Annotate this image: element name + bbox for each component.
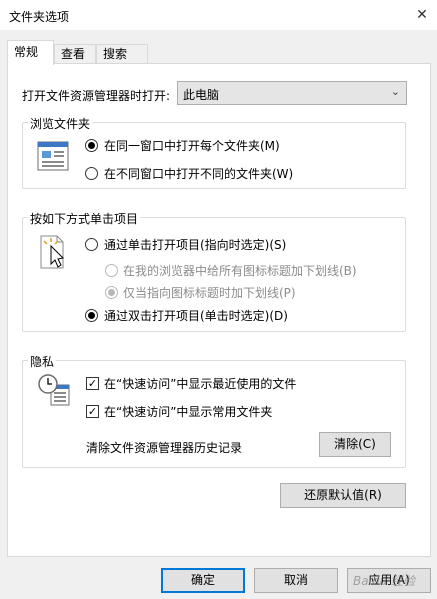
underline-hover-label[interactable]: 仅当指向图标标题时加下划线(P)	[123, 284, 296, 301]
privacy-clock-icon	[38, 374, 70, 406]
single-click-radio[interactable]	[85, 238, 98, 251]
browse-folders-group: 浏览文件夹 在同一窗口中打开每个文件夹(M) 在不同窗口中打开不同的文件夹(W)	[22, 115, 406, 189]
recent-files-checkbox[interactable]: ✓	[86, 377, 99, 390]
open-explorer-select[interactable]: 此电脑 ⌄	[177, 81, 407, 105]
combo-arrow-icon: ⌄	[390, 85, 400, 98]
close-icon[interactable]: ✕	[407, 0, 437, 30]
underline-hover-radio[interactable]	[105, 286, 118, 299]
single-click-label[interactable]: 通过单击打开项目(指向时选定)(S)	[104, 236, 286, 253]
same-window-label[interactable]: 在同一窗口中打开每个文件夹(M)	[104, 137, 280, 154]
click-cursor-icon	[40, 235, 65, 269]
open-explorer-label: 打开文件资源管理器时打开:	[22, 89, 171, 103]
click-items-group: 按如下方式单击项目 通过单击打开项目(指向时选定)(S) 在我的浏览器中给所有图…	[22, 210, 406, 332]
click-items-title: 按如下方式单击项目	[28, 210, 141, 227]
folder-window-icon	[37, 141, 69, 171]
cancel-button[interactable]: 取消	[254, 568, 338, 593]
general-tab-panel: 打开文件资源管理器时打开: 此电脑 ⌄ 浏览文件夹 在同一窗口中打开每个文件夹(…	[7, 63, 431, 557]
privacy-title: 隐私	[28, 353, 57, 370]
underline-all-label[interactable]: 在我的浏览器中给所有图标标题加下划线(B)	[123, 262, 357, 279]
same-window-radio[interactable]	[85, 139, 98, 152]
open-explorer-value: 此电脑	[183, 88, 220, 102]
underline-all-radio[interactable]	[105, 264, 118, 277]
window-title: 文件夹选项	[9, 10, 70, 24]
frequent-folders-label[interactable]: 在“快速访问”中显示常用文件夹	[104, 403, 272, 420]
new-window-radio[interactable]	[85, 167, 98, 180]
tab-view[interactable]: 查看	[54, 44, 96, 64]
ok-button[interactable]: 确定	[161, 568, 245, 593]
recent-files-label[interactable]: 在“快速访问”中显示最近使用的文件	[104, 375, 296, 392]
clear-history-label: 清除文件资源管理器历史记录	[86, 441, 243, 455]
title-bar: 文件夹选项 ✕	[0, 0, 437, 30]
clear-button[interactable]: 清除(C)	[319, 432, 391, 457]
frequent-folders-checkbox[interactable]: ✓	[86, 405, 99, 418]
watermark: Baidu 经验	[353, 574, 415, 588]
tab-general[interactable]: 常规	[7, 40, 54, 65]
tab-search[interactable]: 搜索	[96, 44, 148, 64]
double-click-label[interactable]: 通过双击打开项目(单击时选定)(D)	[104, 307, 288, 324]
restore-defaults-button[interactable]: 还原默认值(R)	[280, 483, 406, 508]
privacy-group: 隐私 ✓ 在“快速访问”中显示最近使用的文件 ✓ 在“快速访问”中显示常用文件夹…	[22, 353, 406, 468]
new-window-label[interactable]: 在不同窗口中打开不同的文件夹(W)	[104, 165, 293, 182]
double-click-radio[interactable]	[85, 309, 98, 322]
browse-folders-title: 浏览文件夹	[28, 115, 93, 132]
